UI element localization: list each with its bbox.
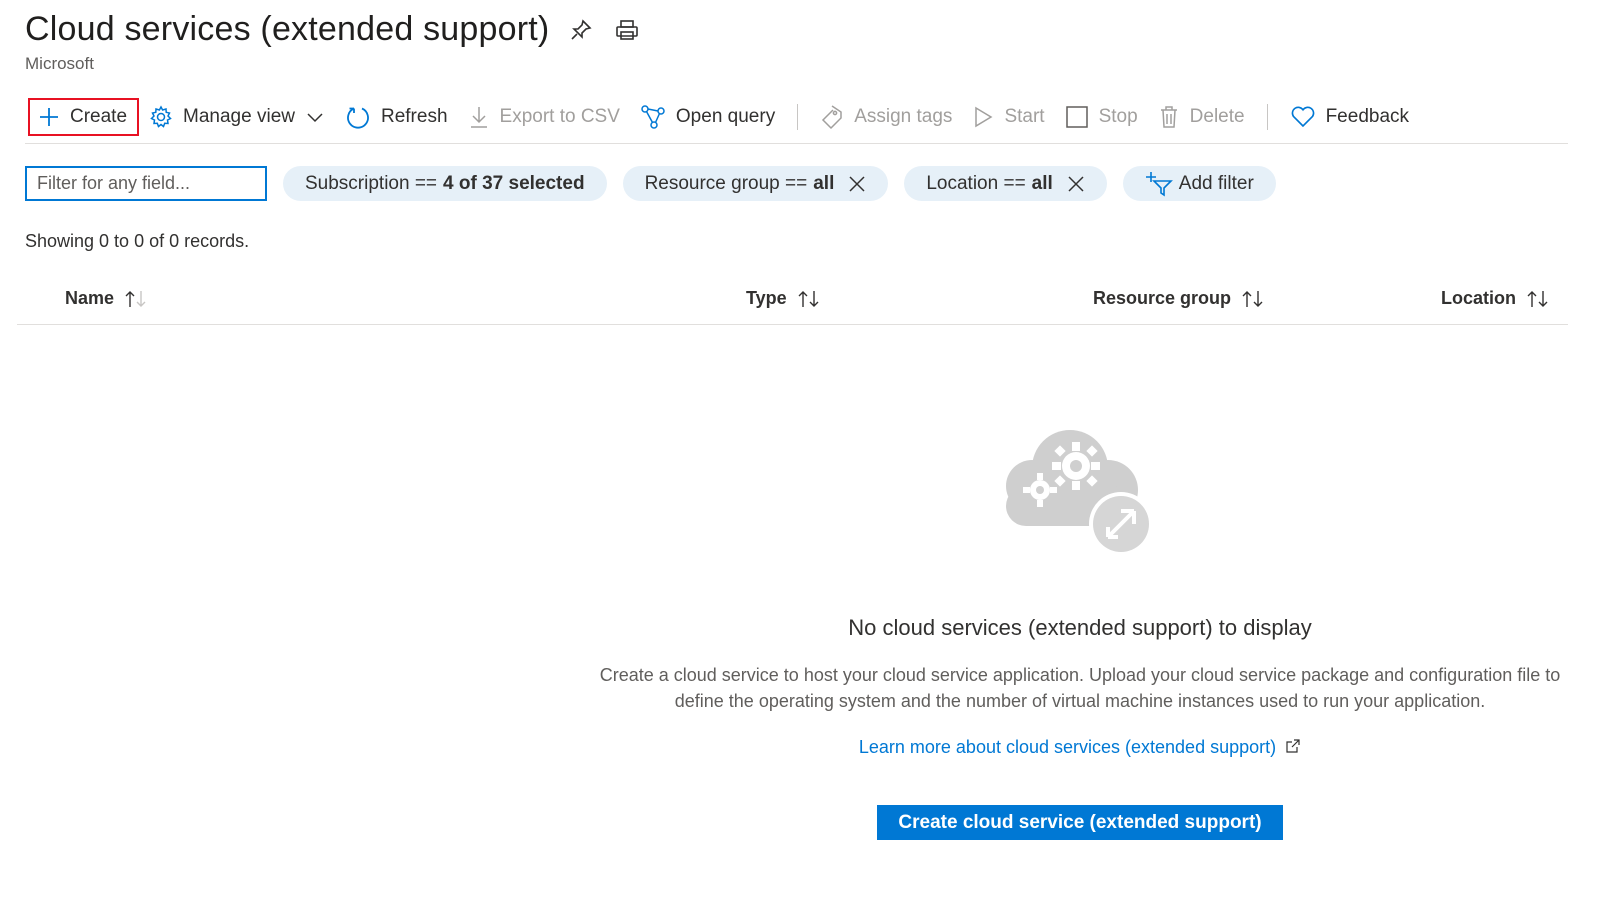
- column-header-resource-group[interactable]: Resource group: [1093, 288, 1267, 309]
- add-filter-label: Add filter: [1178, 172, 1254, 194]
- close-icon[interactable]: [1067, 175, 1085, 193]
- query-icon: [641, 105, 665, 129]
- cloud-gears-icon: [1004, 428, 1156, 563]
- trash-icon: [1160, 106, 1177, 128]
- play-icon: [975, 106, 993, 128]
- sort-icon: [798, 290, 819, 307]
- empty-state-description: Create a cloud service to host your clou…: [560, 662, 1600, 714]
- page-header: Cloud services (extended support): [25, 10, 641, 49]
- manage-view-label: Manage view: [183, 106, 295, 127]
- resource-group-filter-pill[interactable]: Resource group == all: [622, 166, 889, 201]
- start-button[interactable]: Start: [962, 98, 1054, 136]
- command-bar: Create Manage view Refresh Export to CSV…: [28, 98, 1568, 136]
- toolbar-separator: [797, 104, 799, 130]
- export-csv-button[interactable]: Export to CSV: [458, 98, 630, 136]
- refresh-button[interactable]: Refresh: [335, 98, 458, 136]
- close-icon[interactable]: [848, 175, 866, 193]
- stop-button[interactable]: Stop: [1055, 98, 1148, 136]
- open-query-label: Open query: [675, 106, 776, 127]
- page-title: Cloud services (extended support): [25, 10, 550, 48]
- pin-icon[interactable]: [567, 16, 595, 44]
- subscription-filter-pill[interactable]: Subscription == 4 of 37 selected: [283, 166, 607, 201]
- print-icon[interactable]: [613, 16, 641, 44]
- stop-icon: [1065, 106, 1088, 128]
- location-filter-value: all: [1031, 172, 1053, 194]
- heart-icon: [1291, 106, 1314, 128]
- tag-icon: [822, 105, 842, 130]
- filter-input[interactable]: [25, 166, 267, 201]
- download-icon: [470, 107, 487, 128]
- delete-button[interactable]: Delete: [1148, 98, 1255, 136]
- column-label: Location: [1441, 288, 1516, 308]
- page-subtitle: Microsoft: [25, 54, 94, 73]
- column-header-name[interactable]: Name: [65, 288, 150, 309]
- external-link-icon: [1286, 739, 1300, 753]
- filter-bar: Subscription == 4 of 37 selected Resourc…: [25, 166, 1276, 201]
- create-button[interactable]: Create: [28, 98, 140, 136]
- column-header-type[interactable]: Type: [746, 288, 823, 309]
- add-filter-button[interactable]: Add filter: [1122, 166, 1276, 201]
- export-csv-label: Export to CSV: [499, 106, 620, 127]
- resource-group-filter-label: Resource group ==: [644, 172, 808, 194]
- sort-icon: [1242, 290, 1263, 307]
- subscription-filter-label: Subscription ==: [305, 172, 438, 194]
- assign-tags-button[interactable]: Assign tags: [810, 98, 962, 136]
- assign-tags-label: Assign tags: [854, 106, 953, 127]
- column-label: Resource group: [1093, 288, 1232, 308]
- open-query-button[interactable]: Open query: [630, 98, 785, 136]
- subscription-filter-value: 4 of 37 selected: [443, 172, 585, 194]
- location-filter-pill[interactable]: Location == all: [904, 166, 1107, 201]
- sort-icon: [125, 290, 146, 307]
- stop-label: Stop: [1098, 106, 1138, 127]
- feedback-label: Feedback: [1325, 106, 1410, 127]
- manage-view-button[interactable]: Manage view: [139, 98, 335, 136]
- add-filter-icon: [1145, 171, 1173, 196]
- toolbar-divider: [25, 143, 1568, 144]
- sort-icon: [1527, 290, 1548, 307]
- learn-more-link[interactable]: Learn more about cloud services (extende…: [560, 737, 1600, 758]
- create-cloud-service-button[interactable]: Create cloud service (extended support): [877, 805, 1283, 840]
- start-label: Start: [1004, 106, 1045, 127]
- grid-header: Name Type Resource group Location: [17, 278, 1568, 325]
- record-count: Showing 0 to 0 of 0 records.: [25, 231, 250, 251]
- plus-icon: [40, 108, 58, 126]
- resource-group-filter-value: all: [813, 172, 835, 194]
- empty-state-title: No cloud services (extended support) to …: [848, 615, 1312, 640]
- chevron-down-icon: [307, 113, 323, 123]
- empty-state-description-line: define the operating system and the numb…: [674, 691, 1486, 711]
- column-label: Type: [746, 288, 787, 308]
- refresh-label: Refresh: [380, 106, 448, 127]
- delete-label: Delete: [1189, 106, 1245, 127]
- learn-more-label: Learn more about cloud services (extende…: [858, 737, 1277, 757]
- column-label: Name: [65, 288, 115, 308]
- feedback-button[interactable]: Feedback: [1280, 98, 1419, 136]
- refresh-icon: [347, 107, 369, 129]
- empty-state-description-line: Create a cloud service to host your clou…: [599, 665, 1561, 685]
- column-header-location[interactable]: Location: [1441, 288, 1552, 309]
- create-label: Create: [70, 106, 128, 127]
- toolbar-separator: [1266, 104, 1268, 130]
- gear-icon: [150, 105, 172, 128]
- location-filter-label: Location ==: [926, 172, 1026, 194]
